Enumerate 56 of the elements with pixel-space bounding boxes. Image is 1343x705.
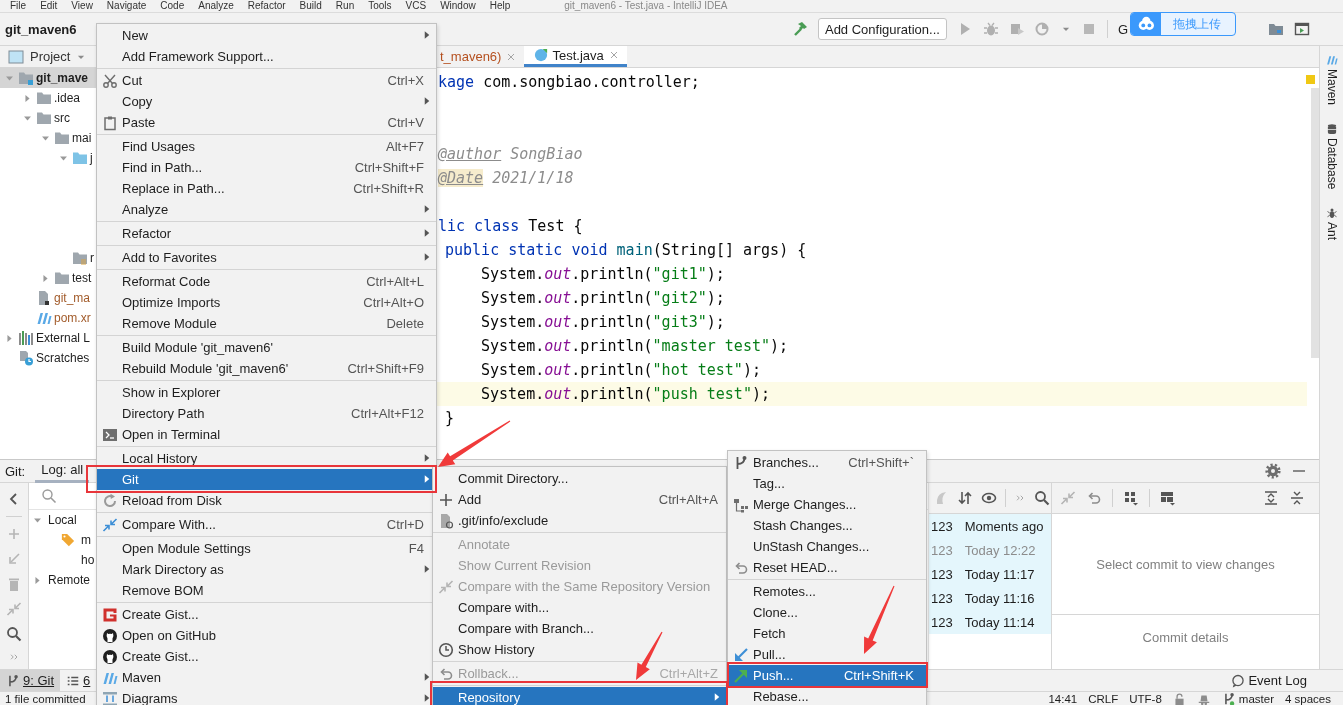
window-title: git_maven6 - Test.java - IntelliJ IDEA bbox=[564, 0, 728, 12]
shortcut-label: Ctrl+Shift+R bbox=[353, 181, 425, 196]
shortcut-label: Ctrl+Alt+A bbox=[658, 492, 719, 507]
shortcut-label: Ctrl+Alt+F12 bbox=[351, 406, 425, 421]
tree-label: Scratches bbox=[36, 351, 90, 365]
code-line: System.out.println("master test"); bbox=[481, 336, 789, 357]
tree-label: test bbox=[72, 271, 92, 285]
commit-author: 123 bbox=[931, 614, 953, 630]
tree-label: .idea bbox=[54, 91, 81, 105]
commit-date: Moments ago bbox=[964, 518, 1044, 534]
tree-label: mai bbox=[72, 131, 92, 145]
commit-author: 123 bbox=[931, 542, 953, 558]
commit-date: Today 11:17 bbox=[964, 566, 1035, 582]
shortcut-label: Ctrl+Shift+F9 bbox=[347, 361, 425, 376]
commit-date: Today 11:16 bbox=[964, 590, 1035, 606]
commit-date: Today 11:14 bbox=[964, 614, 1035, 630]
shortcut-label: Ctrl+Alt+Z bbox=[659, 666, 719, 681]
shortcut-label: Ctrl+X bbox=[387, 73, 425, 88]
code-line: @author SongBiao bbox=[438, 144, 583, 165]
shortcut-label: Ctrl+Shift+F bbox=[354, 160, 425, 175]
tree-label: pom.xr bbox=[54, 311, 91, 325]
panel-title: Git: bbox=[5, 463, 26, 479]
commit-author: 123 bbox=[931, 590, 953, 606]
tree-label: git_mave bbox=[36, 71, 89, 85]
commit-author: 123 bbox=[931, 566, 953, 582]
code-line: public static void main(String[] args) { bbox=[445, 240, 807, 261]
shortcut-label: F4 bbox=[408, 541, 425, 556]
code-line: System.out.println("git3"); bbox=[481, 312, 725, 333]
code-line: System.out.println("hot test"); bbox=[481, 360, 761, 381]
shortcut-label: Ctrl+Alt+O bbox=[363, 295, 425, 310]
code-line: System.out.println("git1"); bbox=[481, 264, 725, 285]
code-line: @Date 2021/1/18 bbox=[438, 168, 574, 189]
code-line: } bbox=[445, 408, 455, 429]
code-line: lic class Test { bbox=[438, 216, 583, 237]
commit-date: Today 12:22 bbox=[964, 542, 1036, 558]
upload-label: 拖拽上传 bbox=[1172, 15, 1221, 33]
shortcut-label: Ctrl+Shift+K bbox=[843, 668, 915, 683]
tree-label: git_ma bbox=[54, 291, 91, 305]
empty-hint: Commit details bbox=[1142, 629, 1229, 645]
code-line: System.out.println("git2"); bbox=[481, 288, 725, 309]
tree-label: src bbox=[54, 111, 70, 125]
status-message: 1 file committed bbox=[5, 692, 86, 705]
code-line: System.out.println("push test"); bbox=[481, 384, 770, 405]
shortcut-label: Ctrl+V bbox=[387, 115, 425, 130]
empty-hint: Select commit to view changes bbox=[1096, 556, 1275, 572]
shortcut-label: Delete bbox=[386, 316, 425, 331]
shortcut-label: Ctrl+Alt+L bbox=[366, 274, 425, 289]
shortcut-label: Ctrl+Shift+` bbox=[848, 455, 915, 470]
tree-label: j bbox=[90, 151, 93, 165]
tree-label: r bbox=[90, 251, 94, 265]
shortcut-label: Alt+F7 bbox=[386, 139, 425, 154]
tree-label: External L bbox=[36, 331, 91, 345]
commit-author: 123 bbox=[931, 518, 953, 534]
git-label: G bbox=[1117, 21, 1128, 37]
code-line: kage com.songbiao.controller; bbox=[438, 72, 700, 93]
shortcut-label: Ctrl+D bbox=[386, 517, 425, 532]
